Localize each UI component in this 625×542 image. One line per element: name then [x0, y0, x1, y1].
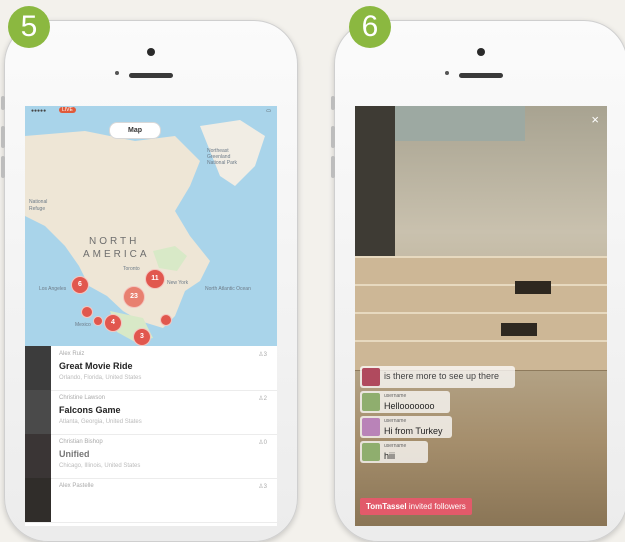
stream-username: Alex Ruiz	[59, 351, 85, 357]
stream-cluster-marker[interactable]: 3	[133, 328, 151, 346]
chat-avatar	[362, 418, 380, 436]
list-item[interactable]: Alex Pastelle ♙3	[25, 478, 277, 523]
stream-cluster-marker[interactable]: 4	[104, 314, 122, 332]
mute-switch	[1, 96, 5, 110]
stream-thumbnail	[25, 478, 51, 522]
sensor-dot	[115, 71, 119, 75]
map-land	[25, 120, 265, 342]
label-refuge: Refuge	[29, 206, 46, 212]
chat-message-text: Hellooooooo	[384, 401, 435, 411]
chat-username: username	[384, 443, 407, 449]
video-step	[355, 284, 607, 315]
invite-text: invited followers	[408, 502, 466, 511]
invite-username: TomTassel	[366, 502, 407, 511]
stream-title: Great Movie Ride	[59, 361, 133, 371]
phone-stream-screen: × is there more to see up there username…	[331, 20, 625, 542]
label-atlantic-ocean: North Atlantic Ocean	[205, 286, 251, 292]
stream-thumbnail	[25, 346, 51, 390]
chat-message: username hiii	[360, 441, 428, 463]
front-camera	[477, 48, 485, 56]
viewer-count-value: 3	[263, 484, 267, 490]
stream-location: Orlando, Florida, United States	[59, 375, 142, 381]
stream-username: Christine Lawson	[59, 395, 106, 401]
volume-down-button	[331, 156, 335, 178]
chat-message-text: Hi from Turkey	[384, 426, 443, 436]
stream-cluster-marker[interactable]: 11	[145, 269, 165, 289]
step-badge-6: 6	[349, 6, 391, 48]
label-north: NORTH	[89, 236, 140, 247]
chat-avatar	[362, 393, 380, 411]
stream-username: Christian Bishop	[59, 439, 103, 445]
chat-avatar	[362, 368, 380, 386]
label-mexico: Mexico	[75, 322, 91, 328]
chat-message-text: is there more to see up there	[384, 371, 500, 381]
stream-cluster-marker[interactable]	[160, 314, 172, 326]
chat-username: username	[384, 418, 407, 424]
video-window	[395, 106, 525, 141]
step-badge-5: 5	[8, 6, 50, 48]
viewer-count: ♙2	[258, 395, 267, 402]
stream-username: Alex Pastelle	[59, 483, 94, 489]
earpiece-speaker	[129, 73, 173, 78]
earpiece-speaker	[459, 73, 503, 78]
stream-title: Unified	[59, 449, 90, 459]
list-item[interactable]: Alex Ruiz Great Movie Ride Orlando, Flor…	[25, 346, 277, 391]
video-wall	[355, 106, 395, 276]
chat-message-text: hiii	[384, 451, 396, 461]
phone-map-screen: ●●●●● LIVE ▭ Map Northeast Greenland Nat…	[1, 20, 298, 542]
close-icon[interactable]: ×	[591, 112, 599, 127]
viewer-count: ♙3	[258, 483, 267, 490]
label-america: AMERICA	[83, 249, 150, 260]
chat-message: is there more to see up there	[360, 366, 515, 388]
viewer-count: ♙3	[258, 351, 267, 358]
north-america-landmass	[25, 131, 210, 328]
status-bar: ●●●●● LIVE ▭	[25, 106, 277, 116]
video-step	[355, 256, 607, 287]
video-step-slot	[501, 323, 537, 336]
volume-up-button	[331, 126, 335, 148]
chat-message: username Hi from Turkey	[360, 416, 452, 438]
live-indicator: LIVE	[59, 107, 76, 113]
chat-username: username	[384, 393, 407, 399]
viewer-count: ♙0	[258, 439, 267, 446]
stream-thumbnail	[25, 390, 51, 434]
stream-location: Atlanta, Georgia, United States	[59, 419, 142, 425]
map-view[interactable]: ●●●●● LIVE ▭ Map Northeast Greenland Nat…	[25, 106, 277, 346]
list-item[interactable]: Christian Bishop Unified Chicago, Illino…	[25, 434, 277, 479]
label-toronto: Toronto	[123, 266, 140, 272]
invite-notification: TomTassel invited followers	[360, 498, 472, 515]
viewer-count-value: 3	[263, 352, 267, 358]
video-step	[355, 312, 607, 343]
map-screen: ●●●●● LIVE ▭ Map Northeast Greenland Nat…	[25, 106, 277, 526]
chat-avatar	[362, 443, 380, 461]
stream-thumbnail	[25, 434, 51, 478]
stream-location: Chicago, Illinois, United States	[59, 463, 141, 469]
signal-indicator: ●●●●●	[31, 108, 47, 114]
mute-switch	[331, 96, 335, 110]
stream-title: Falcons Game	[59, 405, 121, 415]
label-los-angeles: Los Angeles	[39, 286, 67, 292]
video-step-slot	[515, 281, 551, 294]
video-feed[interactable]: × is there more to see up there username…	[355, 106, 607, 526]
stream-cluster-marker[interactable]	[93, 316, 103, 326]
volume-down-button	[1, 156, 5, 178]
viewer-count-value: 2	[263, 396, 267, 402]
front-camera	[147, 48, 155, 56]
sensor-dot	[445, 71, 449, 75]
viewer-count-value: 0	[263, 440, 267, 446]
stream-cluster-marker[interactable]: 6	[71, 276, 89, 294]
list-item[interactable]: Christine Lawson Falcons Game Atlanta, G…	[25, 390, 277, 435]
chat-message: username Hellooooooo	[360, 391, 450, 413]
live-stream-screen: × is there more to see up there username…	[355, 106, 607, 526]
label-greenland-park: Northeast Greenland National Park	[207, 148, 238, 166]
volume-up-button	[1, 126, 5, 148]
stream-list: Alex Ruiz Great Movie Ride Orlando, Flor…	[25, 346, 277, 526]
battery-indicator: ▭	[266, 108, 271, 114]
stream-cluster-marker[interactable]	[81, 306, 93, 318]
map-tab[interactable]: Map	[109, 122, 161, 139]
stream-cluster-marker[interactable]: 23	[123, 286, 145, 308]
label-national: National	[29, 199, 48, 205]
label-new-york: New York	[167, 280, 189, 286]
